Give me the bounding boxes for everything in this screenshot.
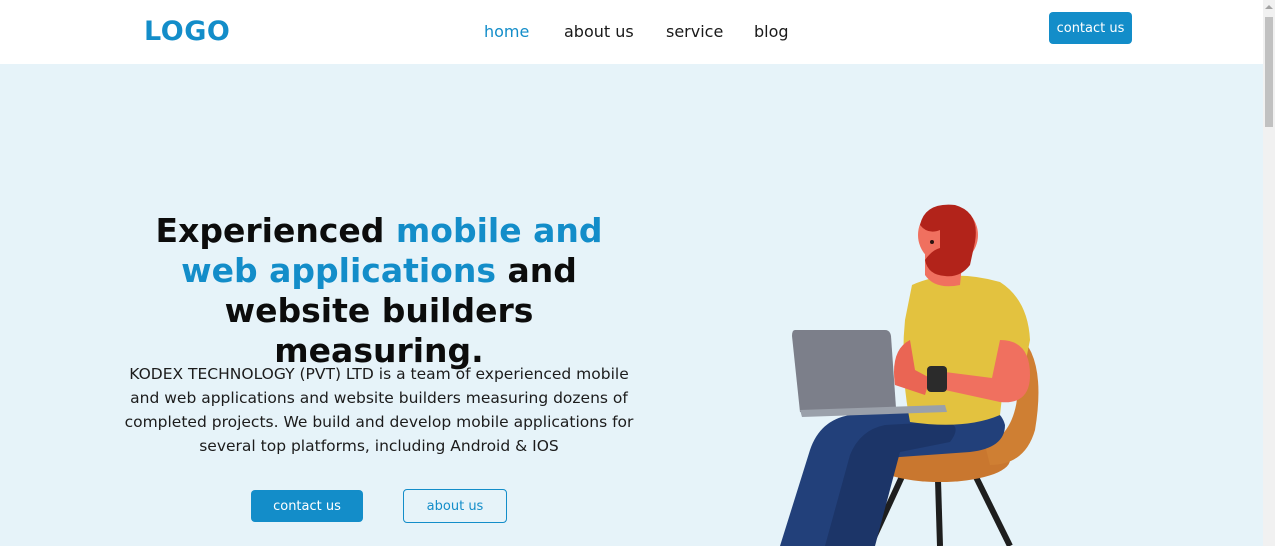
hero-about-us-button[interactable]: about us [403,489,507,523]
scrollbar-thumb[interactable] [1265,17,1273,127]
hero-contact-us-button[interactable]: contact us [251,490,363,522]
logo[interactable]: LOGO [144,16,230,47]
nav-link-blog[interactable]: blog [754,22,789,41]
top-navbar: LOGO home about us service blog contact … [0,0,1263,64]
nav-link-home[interactable]: home [484,22,529,41]
person-with-laptop-illustration [780,204,1039,546]
header-contact-us-button[interactable]: contact us [1049,12,1132,44]
scroll-up-arrow-icon[interactable] [1263,0,1275,14]
hero-description: KODEX TECHNOLOGY (PVT) LTD is a team of … [124,365,634,455]
nav-link-about-us[interactable]: about us [564,22,634,41]
nav-link-service[interactable]: service [666,22,723,41]
head [918,204,978,287]
hero-title-part1: Experienced [155,211,396,250]
hero-title: Experienced mobile and web applications … [116,211,642,371]
vertical-scrollbar[interactable] [1263,0,1275,546]
